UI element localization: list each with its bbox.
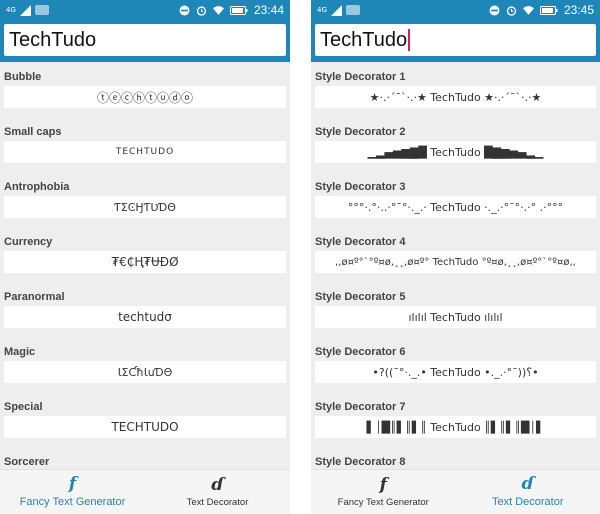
blurred-icon	[34, 5, 49, 15]
style-title: Style Decorator 6	[315, 346, 406, 358]
nav-label: Text Decorator	[186, 496, 249, 508]
list-item[interactable]: Special TECHTUDO	[4, 392, 286, 447]
text-input-value: TechTudo	[320, 28, 408, 51]
bottom-navigation: f Fancy Text Generator ɗ Text Decorator	[311, 469, 600, 514]
style-title: Currency	[4, 236, 53, 248]
style-title: Small caps	[4, 126, 62, 138]
style-title: Style Decorator 3	[315, 181, 406, 193]
clock: 23:44	[253, 3, 284, 17]
style-output[interactable]: ▁▂▄▅▆▇█ TechTudo █▇▆▅▄▂▁	[315, 141, 596, 163]
network-type: 4G	[317, 5, 327, 14]
do-not-disturb-icon	[179, 5, 190, 15]
list-item[interactable]: Style Decorator 6 •?((¯°·._.• TechTudo •…	[315, 337, 596, 392]
battery-icon	[229, 5, 248, 15]
style-title: Magic	[4, 346, 36, 358]
screenshot-stage: 4G 23:44 TechTudo Bubble ⓣⓔⓒⓗⓣⓤⓓⓞ Small …	[0, 0, 600, 514]
list-item[interactable]: Small caps TECHTUDO	[4, 117, 286, 172]
nav-fancy-text-generator[interactable]: f Fancy Text Generator	[0, 470, 145, 514]
list-item[interactable]: Style Decorator 2 ▁▂▄▅▆▇█ TechTudo █▇▆▅▄…	[315, 117, 596, 172]
style-output[interactable]: ★·.·´¯`·.·★ TechTudo ★·.·´¯`·.·★	[315, 86, 596, 108]
nav-fancy-text-generator[interactable]: f Fancy Text Generator	[311, 470, 456, 514]
input-header: TechTudo	[0, 20, 290, 62]
style-title: Style Decorator 2	[315, 126, 406, 138]
text-input[interactable]: TechTudo	[315, 24, 596, 56]
style-title: Antrophobia	[4, 181, 70, 193]
decorator-icon: ɗ	[521, 474, 534, 494]
decorator-icon: ɗ	[211, 474, 224, 495]
phone-fancy-text-generator: 4G 23:44 TechTudo Bubble ⓣⓔⓒⓗⓣⓤⓓⓞ Small …	[0, 0, 290, 514]
list-item[interactable]: Magic ƖΣƇħƖuƊΘ	[4, 337, 286, 392]
list-item[interactable]: Paranormal techtudσ	[4, 282, 286, 337]
nav-text-decorator[interactable]: ɗ Text Decorator	[145, 470, 290, 514]
style-output[interactable]: TECHTUDO	[4, 141, 286, 163]
do-not-disturb-icon	[489, 5, 500, 15]
network-type: 4G	[6, 5, 16, 14]
style-output[interactable]: •?((¯°·._.• TechTudo •._.·°¯))؟•	[315, 361, 596, 383]
style-output[interactable]: ƖΣƇħƖuƊΘ	[4, 361, 286, 383]
nav-label: Fancy Text Generator	[337, 496, 429, 508]
style-output[interactable]: ⓣⓔⓒⓗⓣⓤⓓⓞ	[4, 86, 286, 108]
clock: 23:45	[563, 3, 594, 17]
list-item[interactable]: Style Decorator 4 ,,ø¤º°`°º¤ø,¸¸,ø¤º° Te…	[315, 227, 596, 282]
nav-label: Fancy Text Generator	[19, 496, 126, 508]
style-title: Bubble	[4, 71, 42, 83]
style-title: Style Decorator 5	[315, 291, 406, 303]
bottom-navigation: f Fancy Text Generator ɗ Text Decorator	[0, 469, 290, 514]
style-title: Style Decorator 7	[315, 401, 406, 413]
style-output[interactable]: techtudσ	[4, 306, 286, 328]
wifi-icon	[212, 5, 224, 15]
decorator-list[interactable]: Style Decorator 1 ★·.·´¯`·.·★ TechTudo ★…	[311, 62, 600, 502]
blurred-icon	[345, 5, 360, 15]
battery-icon	[539, 5, 558, 15]
style-title: Style Decorator 4	[315, 236, 406, 248]
style-output[interactable]: TECHTUDO	[4, 416, 286, 438]
text-input-value: TechTudo	[9, 28, 97, 51]
signal-icon	[330, 4, 342, 16]
style-output[interactable]: °°°·.°·..·°¯°·._.· TechTudo ·._.·°¯°·.·°…	[315, 196, 596, 218]
nav-label: Text Decorator	[491, 496, 564, 508]
style-output[interactable]: ƬΣϾӇƬƲƊΘ	[4, 196, 286, 218]
status-bar: 4G 23:44	[0, 0, 290, 20]
fancy-f-icon: f	[68, 474, 77, 494]
style-title: Paranormal	[4, 291, 65, 303]
text-input[interactable]: TechTudo	[4, 24, 286, 56]
phone-text-decorator: 4G 23:45 TechTudo Style Decorator 1 ★·.·…	[311, 0, 600, 514]
list-item[interactable]: Style Decorator 3 °°°·.°·..·°¯°·._.· Tec…	[315, 172, 596, 227]
style-output[interactable]: ₮€₵Ⱨ₮ɄĐØ	[4, 251, 286, 273]
style-title: Special	[4, 401, 43, 413]
wifi-icon	[522, 5, 534, 15]
text-cursor	[408, 29, 411, 51]
nav-text-decorator[interactable]: ɗ Text Decorator	[456, 470, 600, 514]
style-output[interactable]: ▌│█║▌║▌║ TechTudo ║▌║▌║█│▌	[315, 416, 596, 438]
alarm-icon	[506, 5, 517, 16]
list-item[interactable]: Style Decorator 5 ılılıl TechTudo ılılıl	[315, 282, 596, 337]
list-item[interactable]: Style Decorator 7 ▌│█║▌║▌║ TechTudo ║▌║▌…	[315, 392, 596, 447]
list-item[interactable]: Currency ₮€₵Ⱨ₮ɄĐØ	[4, 227, 286, 282]
style-title: Style Decorator 8	[315, 456, 406, 468]
list-item[interactable]: Style Decorator 1 ★·.·´¯`·.·★ TechTudo ★…	[315, 62, 596, 117]
style-output[interactable]: ,,ø¤º°`°º¤ø,¸¸,ø¤º° TechTudo °º¤ø,¸¸,ø¤º…	[315, 251, 596, 273]
style-title: Style Decorator 1	[315, 71, 406, 83]
alarm-icon	[196, 5, 207, 16]
input-header: TechTudo	[311, 20, 600, 62]
signal-icon	[19, 4, 31, 16]
list-item[interactable]: Bubble ⓣⓔⓒⓗⓣⓤⓓⓞ	[4, 62, 286, 117]
list-item[interactable]: Antrophobia ƬΣϾӇƬƲƊΘ	[4, 172, 286, 227]
style-output[interactable]: ılılıl TechTudo ılılıl	[315, 306, 596, 328]
status-bar: 4G 23:45	[311, 0, 600, 20]
fancy-f-icon: f	[379, 474, 387, 495]
style-title: Sorcerer	[4, 456, 50, 468]
style-list[interactable]: Bubble ⓣⓔⓒⓗⓣⓤⓓⓞ Small caps TECHTUDO Antr…	[0, 62, 290, 502]
